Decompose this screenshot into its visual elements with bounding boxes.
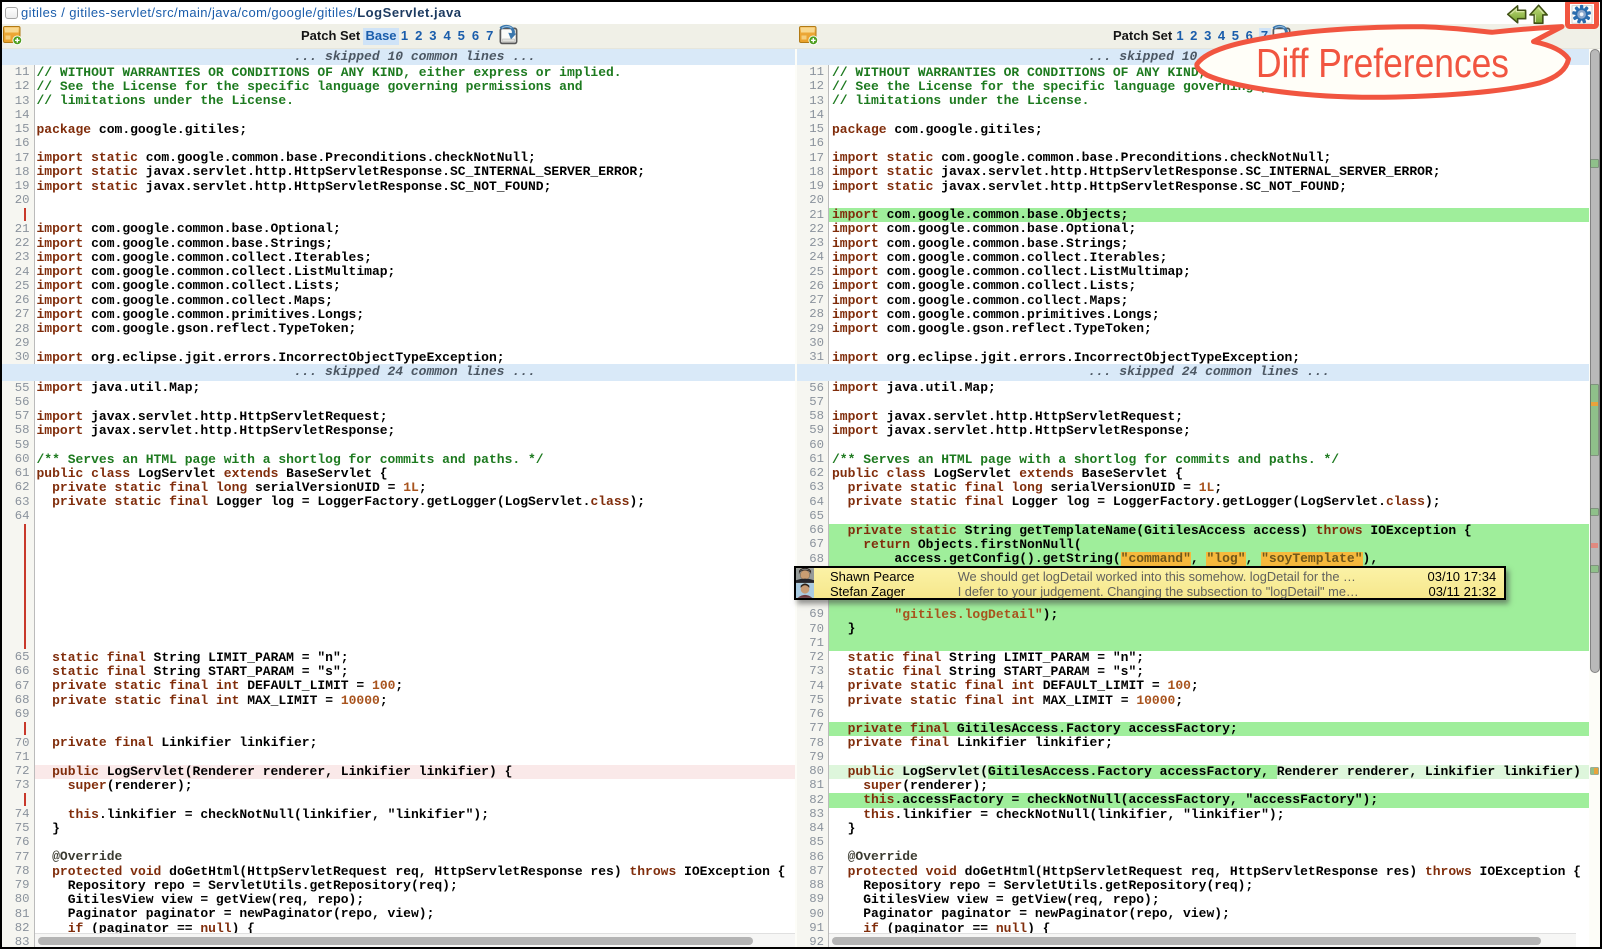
svg-text:Diff Preferences: Diff Preferences: [1256, 40, 1509, 86]
